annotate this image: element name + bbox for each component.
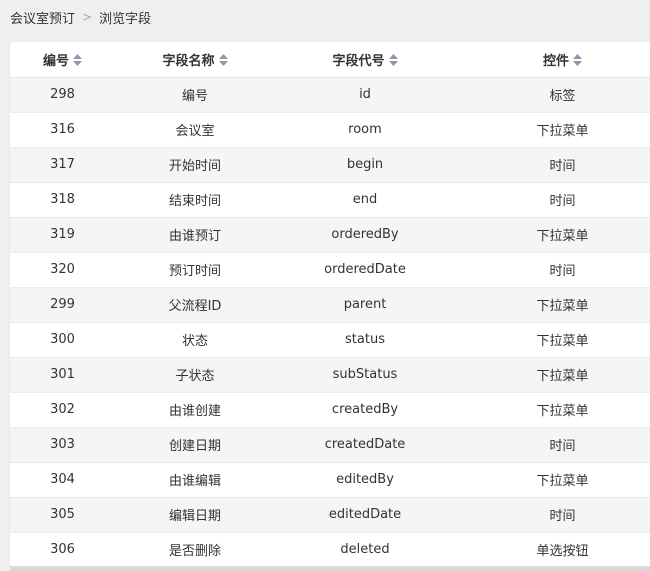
- cell-id: 303: [10, 427, 115, 463]
- cell-name: 是否删除: [115, 532, 275, 568]
- cell-control: 下拉菜单: [455, 357, 650, 393]
- table-row: 299 父流程ID parent 下拉菜单: [10, 287, 650, 323]
- table-row: 320 预订时间 orderedDate 时间: [10, 252, 650, 288]
- column-header-label: 编号: [42, 53, 69, 69]
- cell-control: 时间: [455, 427, 650, 463]
- table-row: 317 开始时间 begin 时间: [10, 147, 650, 183]
- cell-code: deleted: [275, 532, 455, 568]
- column-header-code[interactable]: 字段代号: [275, 42, 455, 78]
- cell-control: 下拉菜单: [455, 392, 650, 428]
- cell-control: 单选按钮: [455, 532, 650, 568]
- cell-name: 预订时间: [115, 252, 275, 288]
- cell-id: 304: [10, 462, 115, 498]
- cell-control: 时间: [455, 497, 650, 533]
- cell-control: 下拉菜单: [455, 287, 650, 323]
- cell-code: orderedDate: [275, 252, 455, 288]
- cell-code: parent: [275, 287, 455, 323]
- sort-both-icon[interactable]: [388, 54, 398, 67]
- table-row: 304 由谁编辑 editedBy 下拉菜单: [10, 462, 650, 498]
- cell-code: orderedBy: [275, 217, 455, 253]
- cell-code: editedDate: [275, 497, 455, 533]
- cell-id: 319: [10, 217, 115, 253]
- cell-id: 298: [10, 77, 115, 113]
- table-row: 319 由谁预订 orderedBy 下拉菜单: [10, 217, 650, 253]
- cell-name: 编号: [115, 77, 275, 113]
- column-header-name[interactable]: 字段名称: [115, 42, 275, 78]
- cell-id: 320: [10, 252, 115, 288]
- cell-name: 由谁创建: [115, 392, 275, 428]
- cell-name: 由谁预订: [115, 217, 275, 253]
- cell-id: 302: [10, 392, 115, 428]
- cell-id: 299: [10, 287, 115, 323]
- table-row: 318 结束时间 end 时间: [10, 182, 650, 218]
- cell-control: 下拉菜单: [455, 217, 650, 253]
- table-row: 306 是否删除 deleted 单选按钮: [10, 532, 650, 568]
- cell-code: id: [275, 77, 455, 113]
- cell-code: room: [275, 112, 455, 148]
- cell-name: 结束时间: [115, 182, 275, 218]
- cell-name: 会议室: [115, 112, 275, 148]
- breadcrumb: 会议室预订 > 浏览字段: [10, 0, 151, 34]
- cell-control: 下拉菜单: [455, 322, 650, 358]
- sort-both-icon[interactable]: [573, 54, 582, 67]
- cell-code: editedBy: [275, 462, 455, 498]
- cell-control: 下拉菜单: [455, 462, 650, 498]
- cell-code: end: [275, 182, 455, 218]
- breadcrumb-current: 浏览字段: [99, 11, 152, 27]
- cell-name: 由谁编辑: [115, 462, 275, 498]
- cell-control: 时间: [455, 182, 650, 218]
- column-header-label: 字段名称: [162, 53, 215, 69]
- cell-control: 时间: [455, 147, 650, 183]
- cell-name: 开始时间: [115, 147, 275, 183]
- cell-name: 状态: [115, 322, 275, 358]
- cell-id: 305: [10, 497, 115, 533]
- fields-table: 编号 字段名称 字段代号 控件 298 编号 id 标签 316 会议室 room 下拉菜单…: [10, 42, 650, 568]
- cell-control: 下拉菜单: [455, 112, 650, 148]
- cell-name: 创建日期: [115, 427, 275, 463]
- table-row: 303 创建日期 createdDate 时间: [10, 427, 650, 463]
- cell-id: 317: [10, 147, 115, 183]
- cell-code: status: [275, 322, 455, 358]
- table-header-row: 编号 字段名称 字段代号 控件: [10, 42, 650, 78]
- table-row: 305 编辑日期 editedDate 时间: [10, 497, 650, 533]
- column-header-id[interactable]: 编号: [10, 42, 115, 78]
- table-row: 302 由谁创建 createdBy 下拉菜单: [10, 392, 650, 428]
- cell-code: subStatus: [275, 357, 455, 393]
- column-header-label: 控件: [542, 53, 569, 69]
- cell-id: 316: [10, 112, 115, 148]
- cell-code: begin: [275, 147, 455, 183]
- cell-id: 301: [10, 357, 115, 393]
- sort-both-icon[interactable]: [73, 54, 82, 67]
- table-row: 298 编号 id 标签: [10, 77, 650, 113]
- cell-id: 318: [10, 182, 115, 218]
- cell-name: 编辑日期: [115, 497, 275, 533]
- breadcrumb-root-link[interactable]: 会议室预订: [10, 8, 75, 27]
- cell-control: 标签: [455, 77, 650, 113]
- fields-panel: 编号 字段名称 字段代号 控件 298 编号 id 标签 316 会议室 room 下拉菜单…: [10, 42, 650, 568]
- cell-id: 306: [10, 532, 115, 568]
- horizontal-scrollbar[interactable]: [10, 566, 650, 571]
- breadcrumb-separator: >: [82, 10, 93, 24]
- column-header-control[interactable]: 控件: [455, 42, 650, 78]
- cell-code: createdDate: [275, 427, 455, 463]
- cell-name: 父流程ID: [115, 287, 275, 323]
- cell-id: 300: [10, 322, 115, 358]
- sort-both-icon[interactable]: [218, 54, 228, 67]
- cell-control: 时间: [455, 252, 650, 288]
- column-header-label: 字段代号: [332, 53, 385, 69]
- cell-code: createdBy: [275, 392, 455, 428]
- table-row: 300 状态 status 下拉菜单: [10, 322, 650, 358]
- table-row: 316 会议室 room 下拉菜单: [10, 112, 650, 148]
- fields-table-body: 298 编号 id 标签 316 会议室 room 下拉菜单 317 开始时间 begin 时间 …: [10, 77, 650, 568]
- table-row: 301 子状态 subStatus 下拉菜单: [10, 357, 650, 393]
- cell-name: 子状态: [115, 357, 275, 393]
